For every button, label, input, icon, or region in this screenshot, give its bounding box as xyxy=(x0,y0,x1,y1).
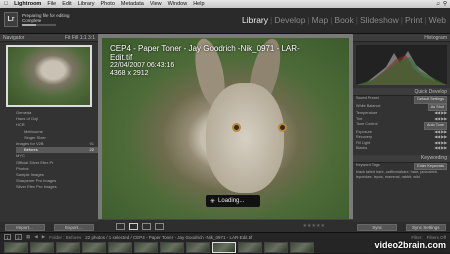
photo-dimensions: 4368 x 2912 xyxy=(110,70,149,77)
filmstrip-thumbnail[interactable] xyxy=(160,242,184,253)
watermark-logo: video2brain.com xyxy=(374,240,446,250)
compare-view-icon[interactable] xyxy=(142,222,151,230)
task-progress-bar xyxy=(22,24,56,26)
menu-app[interactable]: Lightroom xyxy=(14,1,41,7)
blacks-stepper-icon[interactable]: ◀◀ ▶▶ xyxy=(434,146,447,152)
menu-library[interactable]: Library xyxy=(78,1,95,7)
forward-arrow-icon[interactable]: ▶ xyxy=(42,234,45,240)
filmstrip-source[interactable]: Folder : Befores xyxy=(49,235,81,240)
left-panel-buttons: Import... Export... xyxy=(0,222,98,232)
loading-indicator: ✳ Loading... xyxy=(206,195,260,207)
histogram-header[interactable]: Histogram xyxy=(353,34,450,42)
folder-item[interactable]: Silver Efex Pro Images xyxy=(16,184,98,190)
menu-window[interactable]: Window xyxy=(168,1,188,7)
filmstrip-thumbnail[interactable] xyxy=(56,242,80,253)
module-web[interactable]: Web xyxy=(428,15,447,25)
volume-icon[interactable]: ♫ xyxy=(436,1,440,7)
keywords-field[interactable]: black tailed hare, californiahare, hare,… xyxy=(353,170,450,179)
menu-view[interactable]: View xyxy=(150,1,162,7)
monitor-2-button[interactable]: 2 xyxy=(15,234,22,240)
filmstrip-thumbnail-selected[interactable] xyxy=(212,242,236,253)
module-slideshow[interactable]: Slideshow xyxy=(359,15,400,25)
export-button[interactable]: Export... xyxy=(53,223,94,231)
loupe-view-icon[interactable] xyxy=(129,222,138,230)
filmstrip-thumbnail[interactable] xyxy=(134,242,158,253)
photo-date: 22/04/2007 06:43:16 xyxy=(110,62,175,69)
navigator-preview[interactable] xyxy=(6,45,92,107)
module-book[interactable]: Book xyxy=(333,15,354,25)
module-map[interactable]: Map xyxy=(311,15,330,25)
menu-file[interactable]: File xyxy=(47,1,56,7)
grid-view-icon[interactable] xyxy=(116,222,125,230)
rating-stars-icon[interactable]: ★★★★★ xyxy=(303,223,325,229)
identity-plate: Lr Preparing file for editing Complete L… xyxy=(0,8,450,34)
module-picker: Library | Develop | Map | Book | Slideshow | … xyxy=(241,15,447,25)
loupe-info-overlay: CEP4 - Paper Toner - Jay Goodrich -Nik_0… xyxy=(110,44,310,78)
right-panel: Histogram Quick Develop Saved Preset Defa… xyxy=(353,34,450,232)
filmstrip-thumbnail[interactable] xyxy=(82,242,106,253)
menu-metadata[interactable]: Metadata xyxy=(121,1,144,7)
monitor-1-button[interactable]: 1 xyxy=(4,234,11,240)
module-print[interactable]: Print xyxy=(404,15,423,25)
filmstrip-thumbnail[interactable] xyxy=(264,242,288,253)
keyword-tags-select[interactable]: Enter Keywords xyxy=(414,162,447,170)
back-arrow-icon[interactable]: ◀ xyxy=(34,234,37,240)
task-progress-fill xyxy=(22,24,36,26)
filmstrip: 1 2 ▦ ◀ ▶ Folder : Befores 22 photos / 1… xyxy=(0,232,450,253)
quick-develop-header[interactable]: Quick Develop xyxy=(353,88,450,96)
left-panel: Navigator Fit Fill 1:1 3:1 Gemeda Haus of… xyxy=(0,34,98,232)
filmstrip-thumbnail[interactable] xyxy=(186,242,210,253)
saved-preset-select[interactable]: Default Settings xyxy=(414,96,447,104)
right-panel-buttons: Sync Sync Settings xyxy=(353,222,450,232)
sync-settings-button[interactable]: Sync Settings xyxy=(405,223,446,231)
module-library[interactable]: Library xyxy=(241,15,269,25)
filmstrip-thumbnail[interactable] xyxy=(108,242,132,253)
photo-title: CEP4 - Paper Toner - Jay Goodrich -Nik_0… xyxy=(110,44,300,62)
filters-off-select[interactable]: Filters Off xyxy=(427,235,446,240)
keywording-header[interactable]: Keywording xyxy=(353,154,450,163)
nav-zoom-modes[interactable]: Fit Fill 1:1 3:1 xyxy=(65,35,95,41)
menu-bar:  Lightroom File Edit Library Photo Meta… xyxy=(0,0,450,8)
auto-tone-button[interactable]: Auto Tone xyxy=(423,122,447,130)
import-button[interactable]: Import... xyxy=(4,223,45,231)
module-develop[interactable]: Develop xyxy=(273,15,306,25)
menu-photo[interactable]: Photo xyxy=(101,1,115,7)
histogram[interactable] xyxy=(356,45,447,85)
white-balance-select[interactable]: As Shot xyxy=(427,103,447,111)
filmstrip-thumbnail[interactable] xyxy=(290,242,314,253)
grid-icon[interactable]: ▦ xyxy=(26,234,30,240)
filter-label: Filter: xyxy=(411,234,423,240)
filmstrip-thumbnail[interactable] xyxy=(4,242,28,253)
menu-edit[interactable]: Edit xyxy=(62,1,71,7)
navigator-header[interactable]: Navigator Fit Fill 1:1 3:1 xyxy=(0,34,98,42)
spinner-icon: ✳ xyxy=(210,198,216,205)
search-icon[interactable]: ⚲ xyxy=(443,1,447,7)
filmstrip-thumbnail[interactable] xyxy=(238,242,262,253)
filmstrip-count: 22 photos / 1 selected / CEP4 - Paper To… xyxy=(85,234,253,240)
sync-button[interactable]: Sync xyxy=(357,223,398,231)
folder-list: Gemeda Haus of Goji HCR Melbourne Singer… xyxy=(0,110,98,191)
lightroom-logo: Lr xyxy=(4,12,18,27)
survey-view-icon[interactable] xyxy=(155,222,164,230)
apple-menu[interactable]:  xyxy=(4,1,8,7)
task-status: Preparing file for editing Complete xyxy=(22,13,70,23)
task-status-line2: Complete xyxy=(22,18,42,23)
main-photo[interactable]: CEP4 - Paper Toner - Jay Goodrich -Nik_0… xyxy=(102,38,349,220)
menu-help[interactable]: Help xyxy=(193,1,204,7)
filmstrip-thumbnail[interactable] xyxy=(30,242,54,253)
toolbar: ★★★★★ xyxy=(98,219,353,232)
